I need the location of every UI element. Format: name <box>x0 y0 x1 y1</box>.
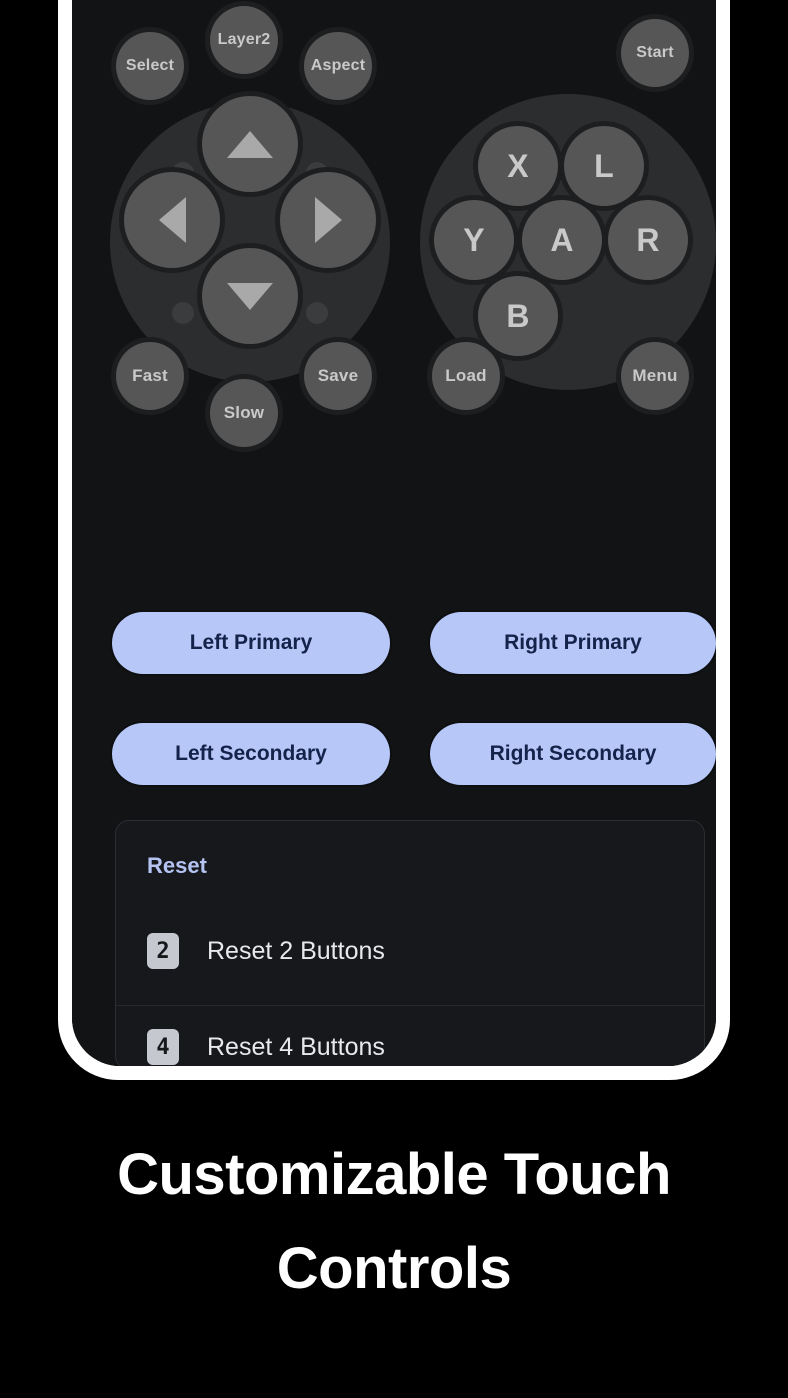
left-secondary-button[interactable]: Left Secondary <box>112 723 390 785</box>
dpad-dot-downright <box>306 302 328 324</box>
action-button-l[interactable]: L <box>564 126 644 206</box>
load-button-label: Load <box>445 366 487 385</box>
start-button-label: Start <box>636 44 674 61</box>
select-button-label: Select <box>125 57 175 74</box>
action-button-b-label: B <box>506 297 530 334</box>
right-primary-label: Right Primary <box>504 631 642 654</box>
reset-4-buttons-row[interactable]: 4 Reset 4 Buttons <box>147 1029 385 1065</box>
promo-caption: Customizable Touch Controls <box>0 1128 788 1316</box>
slow-button-label: Slow <box>223 403 265 422</box>
dpad-down-button[interactable] <box>202 248 298 344</box>
reset-card: Reset 2 Reset 2 Buttons 4 Reset 4 Button… <box>115 820 705 1066</box>
number-2-icon: 2 <box>147 933 179 969</box>
number-4-icon: 4 <box>147 1029 179 1065</box>
action-button-r[interactable]: R <box>608 200 688 280</box>
triangle-left-icon <box>158 197 186 243</box>
dpad-dot-downleft <box>172 302 194 324</box>
phone-frame: X L Y A R B Select Layer2 Aspect Start F… <box>58 0 730 1080</box>
reset-row-divider <box>116 1005 704 1006</box>
right-secondary-label: Right Secondary <box>489 742 657 765</box>
caption-line-1: Customizable Touch <box>117 1142 671 1207</box>
action-button-x[interactable]: X <box>478 126 558 206</box>
reset-2-buttons-label: Reset 2 Buttons <box>207 936 385 965</box>
aspect-button[interactable]: Aspect <box>304 32 372 100</box>
app-surface: X L Y A R B Select Layer2 Aspect Start F… <box>72 0 716 1066</box>
phone-screen: X L Y A R B Select Layer2 Aspect Start F… <box>72 0 716 1066</box>
triangle-down-icon <box>227 282 273 310</box>
touch-control-overlay: X L Y A R B Select Layer2 Aspect Start F… <box>72 6 716 574</box>
triangle-right-icon <box>314 197 342 243</box>
menu-button[interactable]: Menu <box>621 342 689 410</box>
fast-button-label: Fast <box>132 366 168 385</box>
fast-button[interactable]: Fast <box>116 342 184 410</box>
action-button-b[interactable]: B <box>478 276 558 356</box>
dpad-left-button[interactable] <box>124 172 220 268</box>
save-button[interactable]: Save <box>304 342 372 410</box>
layer2-button[interactable]: Layer2 <box>210 6 278 74</box>
select-button[interactable]: Select <box>116 32 184 100</box>
triangle-up-icon <box>227 130 273 158</box>
caption-line-2: Controls <box>276 1235 512 1301</box>
left-secondary-label: Left Secondary <box>175 742 327 765</box>
left-primary-label: Left Primary <box>189 631 313 654</box>
menu-button-label: Menu <box>632 366 678 385</box>
dpad-up-button[interactable] <box>202 96 298 192</box>
aspect-button-label: Aspect <box>310 57 366 74</box>
layer2-button-label: Layer2 <box>217 31 271 48</box>
slow-button[interactable]: Slow <box>210 379 278 447</box>
action-button-r-label: R <box>636 221 660 258</box>
action-button-x-label: X <box>507 147 529 184</box>
reset-2-buttons-row[interactable]: 2 Reset 2 Buttons <box>147 933 385 969</box>
reset-section-title: Reset <box>147 853 207 878</box>
start-button[interactable]: Start <box>621 19 689 87</box>
left-primary-button[interactable]: Left Primary <box>112 612 390 674</box>
action-button-y[interactable]: Y <box>434 200 514 280</box>
action-button-l-label: L <box>594 147 614 184</box>
right-secondary-button[interactable]: Right Secondary <box>430 723 716 785</box>
save-button-label: Save <box>317 366 359 385</box>
action-button-a[interactable]: A <box>522 200 602 280</box>
action-button-y-label: Y <box>463 221 485 258</box>
mapping-slot-buttons: Left Primary Right Primary Left Secondar… <box>112 612 716 785</box>
load-button[interactable]: Load <box>432 342 500 410</box>
right-primary-button[interactable]: Right Primary <box>430 612 716 674</box>
reset-4-buttons-label: Reset 4 Buttons <box>207 1032 385 1061</box>
dpad-right-button[interactable] <box>280 172 376 268</box>
action-button-a-label: A <box>550 221 574 258</box>
